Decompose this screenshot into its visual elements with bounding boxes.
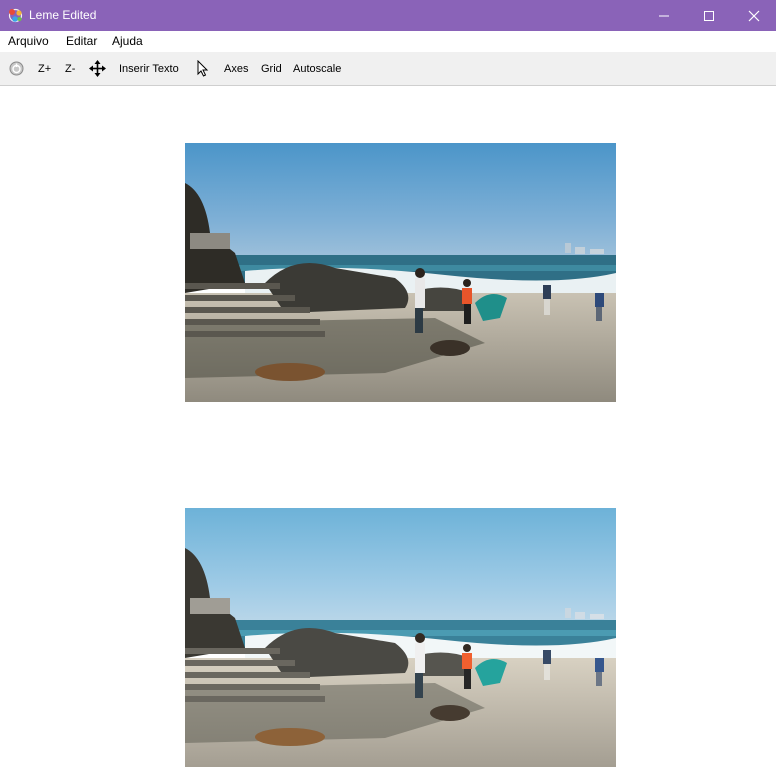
minimize-icon — [659, 15, 669, 17]
menu-editar[interactable]: Editar — [66, 34, 97, 48]
cursor-pointer-icon[interactable] — [196, 59, 210, 80]
maximize-icon — [704, 11, 714, 21]
axes-button[interactable]: Axes — [224, 63, 248, 75]
menu-ajuda[interactable]: Ajuda — [112, 34, 143, 48]
menu-bar: Arquivo Editar Ajuda — [0, 31, 776, 51]
minimize-button[interactable] — [641, 0, 687, 31]
zoom-in-button[interactable]: Z+ — [38, 63, 51, 75]
insert-text-button[interactable]: Inserir Texto — [119, 63, 179, 75]
image-canvas[interactable] — [0, 86, 776, 772]
title-bar: Leme Edited — [0, 0, 776, 31]
move-arrows-icon[interactable] — [89, 60, 106, 80]
menu-arquivo[interactable]: Arquivo — [8, 34, 49, 48]
beach-photo-edited — [185, 508, 616, 767]
toolbar: Z+ Z- Inserir Texto Axes Grid Autoscale — [0, 52, 776, 86]
beach-photo-original — [185, 143, 616, 402]
window-title: Leme Edited — [29, 8, 97, 22]
close-button[interactable] — [731, 0, 776, 31]
app-logo-icon — [7, 7, 24, 24]
reset-view-icon[interactable] — [8, 60, 25, 80]
maximize-button[interactable] — [686, 0, 732, 31]
autoscale-button[interactable]: Autoscale — [293, 63, 341, 75]
zoom-out-button[interactable]: Z- — [65, 63, 75, 75]
close-icon — [748, 10, 760, 22]
grid-button[interactable]: Grid — [261, 63, 282, 75]
